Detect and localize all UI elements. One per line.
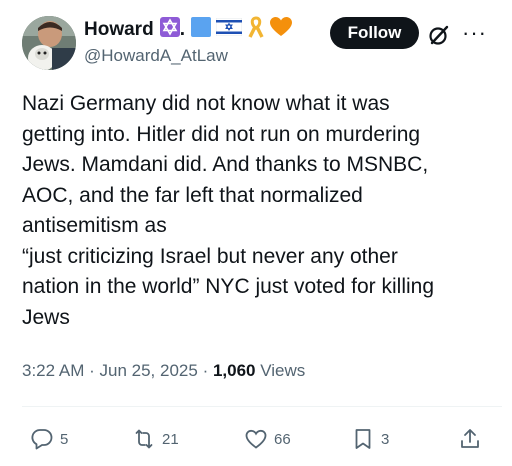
blue-square-icon bbox=[190, 17, 211, 43]
yellow-ribbon-icon bbox=[247, 16, 265, 44]
tweet-line: Jews bbox=[22, 305, 70, 329]
author-name[interactable]: Howard bbox=[84, 19, 154, 41]
tweet-meta: 3:22 AM · Jun 25, 2025 · 1,060 Views bbox=[22, 361, 305, 381]
grok-icon[interactable] bbox=[428, 24, 450, 46]
heart-icon bbox=[245, 429, 267, 449]
avatar[interactable] bbox=[22, 16, 76, 70]
name-suffix: . bbox=[179, 19, 185, 40]
follow-button[interactable]: Follow bbox=[330, 17, 419, 49]
author-handle[interactable]: @HowardA_AtLaw bbox=[84, 46, 228, 66]
repost-button[interactable]: 21 bbox=[132, 425, 179, 453]
tweet-text: Nazi Germany did not know what it was ge… bbox=[22, 89, 502, 333]
author-name-row[interactable]: Howard . bbox=[84, 16, 297, 44]
share-icon bbox=[461, 429, 479, 448]
tweet-line: Jews. Mamdani did. And thanks to MSNBC, bbox=[22, 153, 429, 176]
bookmark-icon bbox=[355, 429, 371, 449]
reply-icon bbox=[31, 429, 53, 450]
like-button[interactable]: 66 bbox=[244, 425, 291, 453]
repost-count: 21 bbox=[162, 430, 179, 448]
repost-icon bbox=[135, 429, 153, 449]
share-button[interactable] bbox=[458, 425, 482, 453]
star-of-david-icon bbox=[159, 17, 180, 43]
tweet-date[interactable]: Jun 25, 2025 bbox=[100, 361, 198, 380]
tweet-line: getting into. Hitler did not run on murd… bbox=[22, 122, 421, 146]
like-count: 66 bbox=[274, 430, 291, 448]
reply-button[interactable]: 5 bbox=[30, 425, 68, 453]
bookmark-count: 3 bbox=[381, 430, 390, 448]
meta-separator: · bbox=[202, 361, 209, 380]
divider bbox=[22, 406, 502, 407]
bookmark-button[interactable]: 3 bbox=[351, 425, 389, 453]
tweet-time[interactable]: 3:22 AM bbox=[22, 361, 84, 380]
tweet-line: AOC, and the far left that normalized bbox=[22, 183, 363, 207]
tweet-line: nation in the world” NYC just voted for … bbox=[22, 275, 435, 298]
tweet-line: Nazi Germany did not know what it was bbox=[22, 92, 390, 115]
more-options-icon[interactable]: ··· bbox=[462, 22, 490, 46]
tweet-line: “just criticizing Israel but never any o… bbox=[22, 244, 398, 268]
views-label: Views bbox=[260, 361, 306, 380]
views-count: 1,060 bbox=[212, 361, 256, 380]
reply-count: 5 bbox=[60, 430, 69, 448]
orange-heart-icon bbox=[269, 17, 292, 43]
meta-separator: · bbox=[89, 361, 95, 380]
tweet-line: antisemitism as bbox=[22, 214, 167, 237]
israel-flag-icon bbox=[215, 17, 243, 42]
